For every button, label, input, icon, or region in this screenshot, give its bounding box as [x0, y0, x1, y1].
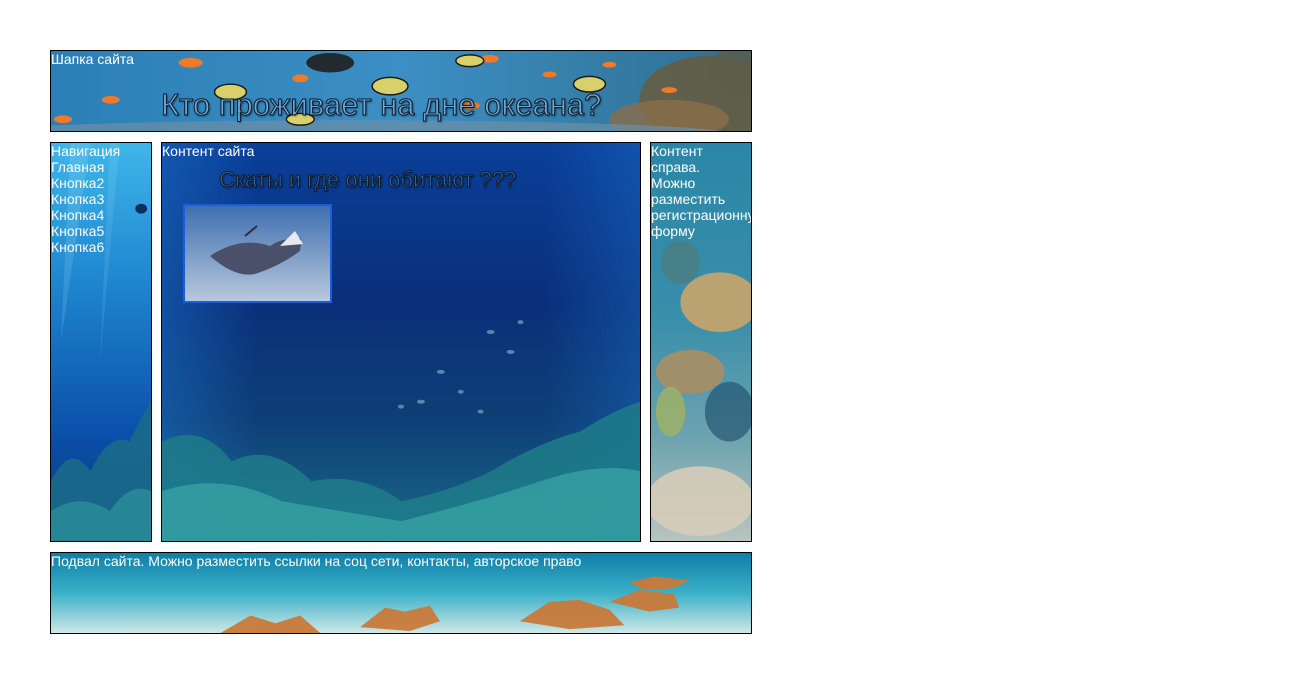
right-line-6: форму: [651, 223, 695, 239]
nav-item-button2[interactable]: Кнопка2: [51, 175, 104, 191]
header-label: Шапка сайта: [51, 51, 134, 67]
nav-item-button3[interactable]: Кнопка3: [51, 191, 104, 207]
content-ocean-background: [162, 143, 640, 541]
stingray-photo: [183, 204, 332, 303]
right-line-5: регистрационную: [651, 207, 751, 223]
right-line-3: Можно: [651, 175, 696, 191]
nav-item-button4[interactable]: Кнопка4: [51, 207, 104, 223]
navigation-panel: Навигация Главная Кнопка2 Кнопка3 Кнопка…: [50, 142, 152, 542]
site-footer: Подвал сайта. Можно разместить ссылки на…: [50, 552, 752, 634]
right-sidebar: Контент справа. Можно разместить регистр…: [650, 142, 752, 542]
nav-item-button6[interactable]: Кнопка6: [51, 239, 104, 255]
right-line-2: справа.: [651, 159, 701, 175]
site-header: Шапка сайта Кто проживает на дне океана?: [50, 50, 752, 132]
right-line-4: разместить: [651, 191, 726, 207]
nav-label: Навигация: [51, 143, 121, 159]
content-label: Контент сайта: [162, 143, 255, 159]
right-sidebar-text: Контент справа. Можно разместить регистр…: [651, 143, 751, 239]
nav-menu: Главная Кнопка2 Кнопка3 Кнопка4 Кнопка5 …: [51, 159, 104, 255]
content-heading: Скаты и где они обитают ???: [218, 167, 517, 193]
nav-item-home[interactable]: Главная: [51, 159, 104, 175]
stingray-icon: [185, 206, 330, 301]
footer-label: Подвал сайта. Можно разместить ссылки на…: [51, 553, 582, 569]
content-panel: Контент сайта Скаты и где они обитают ??…: [161, 142, 641, 542]
site-title: Кто проживает на дне океана?: [160, 87, 602, 123]
nav-item-button5[interactable]: Кнопка5: [51, 223, 104, 239]
right-line-1: Контент: [651, 143, 703, 159]
